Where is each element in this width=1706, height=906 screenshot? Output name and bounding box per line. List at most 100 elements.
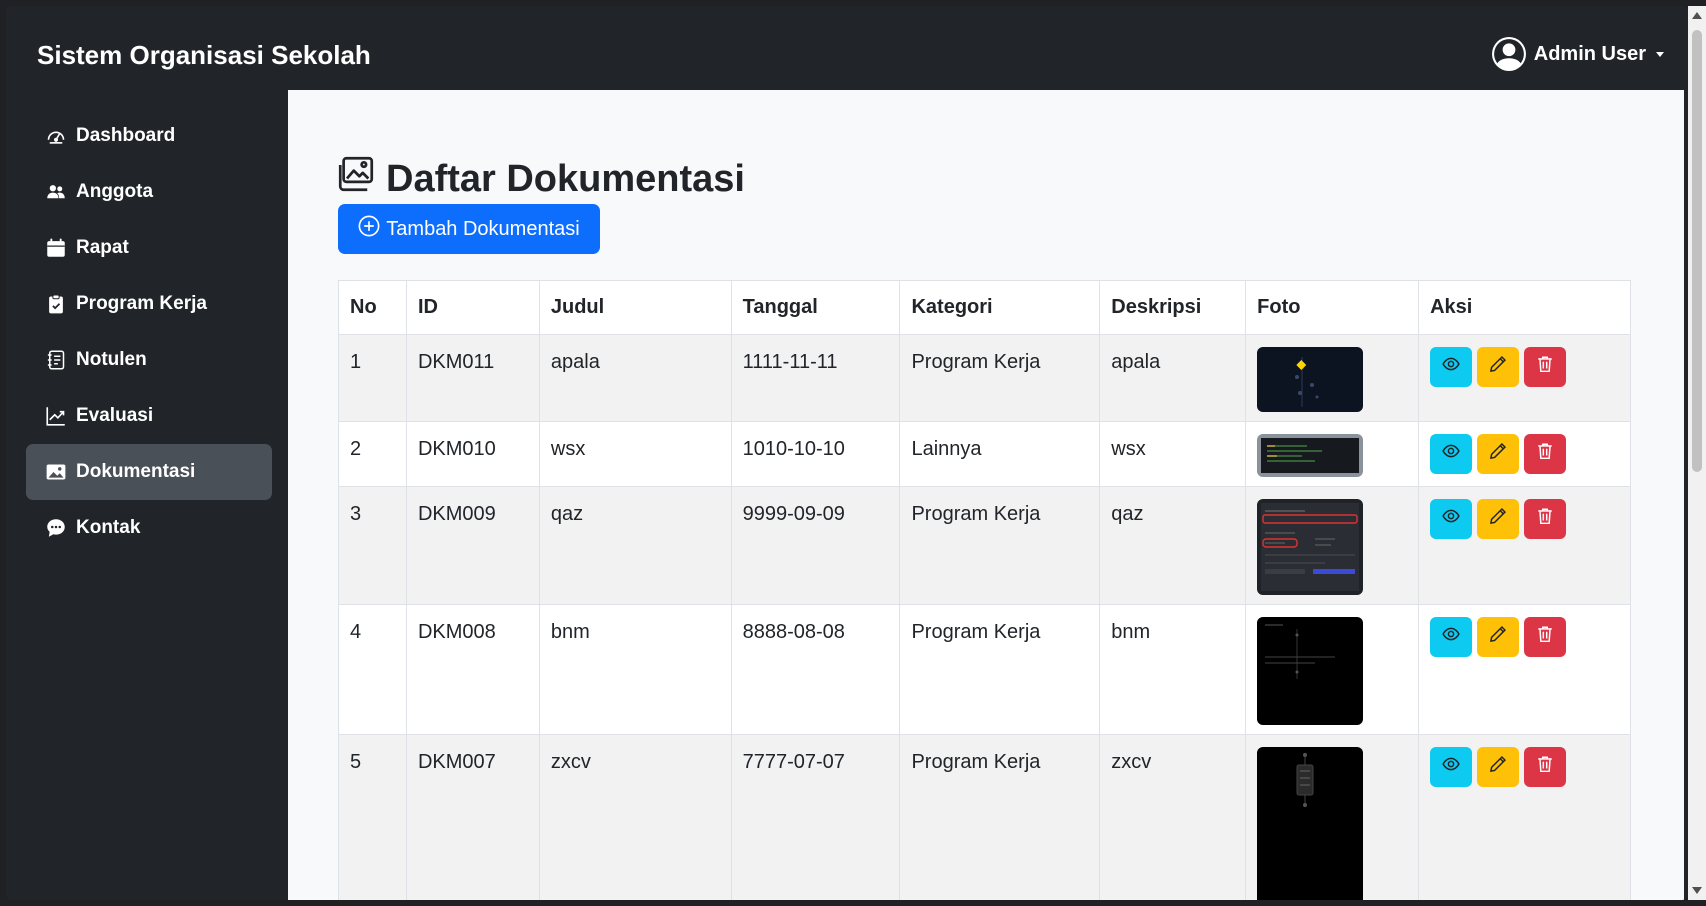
delete-button[interactable]: [1524, 617, 1567, 657]
cell-judul: zxcv: [538, 734, 732, 900]
cell-no: 2: [338, 421, 407, 487]
cell-aksi: [1418, 334, 1631, 422]
sidebar-item-label: Rapat: [76, 237, 129, 258]
documentation-table: No ID Judul Tanggal Kategori Deskripsi F…: [338, 280, 1631, 900]
pencil-icon: [1489, 755, 1507, 779]
delete-button[interactable]: [1524, 499, 1567, 539]
user-menu[interactable]: Admin User: [1491, 37, 1666, 71]
view-button[interactable]: [1430, 747, 1473, 787]
edit-button[interactable]: [1477, 617, 1520, 657]
table-row: 5 DKM007 zxcv 7777-07-07 Program Kerja z…: [338, 734, 1631, 900]
photo-thumbnail[interactable]: [1257, 747, 1364, 900]
cell-foto: [1245, 486, 1420, 605]
cell-deskripsi: qaz: [1099, 486, 1247, 605]
table-header-row: No ID Judul Tanggal Kategori Deskripsi F…: [338, 280, 1631, 335]
photo-thumbnail[interactable]: [1257, 499, 1364, 595]
sidebar-item-dashboard[interactable]: Dashboard: [26, 108, 272, 164]
col-header-judul: Judul: [538, 280, 732, 335]
cell-id: DKM007: [405, 734, 540, 900]
photo-thumbnail[interactable]: [1257, 617, 1364, 725]
scrollbar-thumb[interactable]: [1692, 30, 1702, 472]
cell-no: 3: [338, 486, 407, 605]
view-button[interactable]: [1430, 499, 1473, 539]
chat-dots-icon: [46, 518, 66, 538]
cell-aksi: [1418, 734, 1631, 900]
cell-deskripsi: zxcv: [1099, 734, 1247, 900]
cell-foto: [1245, 734, 1420, 900]
edit-button[interactable]: [1477, 499, 1520, 539]
sidebar-item-rapat[interactable]: Rapat: [26, 220, 272, 276]
page-title-text: Daftar Dokumentasi: [386, 157, 745, 200]
view-button[interactable]: [1430, 434, 1473, 474]
scroll-up-arrow-icon[interactable]: [1692, 12, 1702, 19]
scroll-down-arrow-icon[interactable]: [1692, 887, 1702, 894]
edit-button[interactable]: [1477, 747, 1520, 787]
delete-button[interactable]: [1524, 747, 1567, 787]
sidebar-item-label: Dokumentasi: [76, 461, 196, 482]
cell-id: DKM008: [405, 604, 540, 735]
brand-title[interactable]: Sistem Organisasi Sekolah: [37, 40, 371, 71]
person-circle-icon: [1491, 37, 1526, 71]
col-header-foto: Foto: [1245, 280, 1420, 335]
sidebar-item-label: Kontak: [76, 517, 141, 538]
cell-no: 5: [338, 734, 407, 900]
sidebar-item-label: Notulen: [76, 349, 147, 370]
sidebar-item-dokumentasi[interactable]: Dokumentasi: [26, 444, 272, 500]
cell-deskripsi: wsx: [1099, 421, 1247, 487]
photo-thumbnail[interactable]: [1257, 347, 1364, 412]
cell-judul: bnm: [538, 604, 732, 735]
sidebar-item-label: Program Kerja: [76, 293, 207, 314]
cell-tanggal: 1111-11-11: [730, 334, 901, 422]
eye-icon: [1442, 507, 1460, 531]
clipboard-check-icon: [46, 294, 66, 314]
main-content: Daftar Dokumentasi Tambah Dokumentasi No…: [288, 90, 1684, 900]
cell-kategori: Lainnya: [899, 421, 1101, 487]
cell-tanggal: 8888-08-08: [730, 604, 901, 735]
trash-icon: [1536, 755, 1554, 779]
cell-judul: qaz: [538, 486, 732, 605]
view-button[interactable]: [1430, 347, 1473, 387]
sidebar-item-label: Evaluasi: [76, 405, 154, 426]
edit-button[interactable]: [1477, 347, 1520, 387]
add-button-label: Tambah Dokumentasi: [386, 217, 580, 240]
view-button[interactable]: [1430, 617, 1473, 657]
eye-icon: [1442, 355, 1460, 379]
col-header-deskripsi: Deskripsi: [1099, 280, 1247, 335]
sidebar-item-evaluasi[interactable]: Evaluasi: [26, 388, 272, 444]
pencil-icon: [1489, 442, 1507, 466]
people-icon: [46, 182, 66, 202]
page-title: Daftar Dokumentasi: [338, 156, 745, 202]
cell-kategori: Program Kerja: [899, 604, 1101, 735]
cell-kategori: Program Kerja: [899, 734, 1101, 900]
sidebar-item-label: Anggota: [76, 181, 154, 202]
sidebar-item-anggota[interactable]: Anggota: [26, 164, 272, 220]
sidebar-item-label: Dashboard: [76, 125, 176, 146]
delete-button[interactable]: [1524, 434, 1567, 474]
cell-aksi: [1418, 486, 1631, 605]
photo-thumbnail[interactable]: [1257, 434, 1364, 477]
cell-kategori: Program Kerja: [899, 486, 1101, 605]
edit-button[interactable]: [1477, 434, 1520, 474]
sidebar-item-program-kerja[interactable]: Program Kerja: [26, 276, 272, 332]
cell-no: 1: [338, 334, 407, 422]
sidebar-item-kontak[interactable]: Kontak: [26, 500, 272, 556]
cell-deskripsi: bnm: [1099, 604, 1247, 735]
image-icon: [46, 462, 66, 482]
cell-tanggal: 9999-09-09: [730, 486, 901, 605]
col-header-no: No: [338, 280, 407, 335]
cell-judul: wsx: [538, 421, 732, 487]
sidebar-item-notulen[interactable]: Notulen: [26, 332, 272, 388]
page-scrollbar[interactable]: [1688, 6, 1706, 900]
delete-button[interactable]: [1524, 347, 1567, 387]
cell-aksi: [1418, 421, 1631, 487]
eye-icon: [1442, 442, 1460, 466]
cell-id: DKM009: [405, 486, 540, 605]
cell-foto: [1245, 604, 1420, 735]
add-documentation-button[interactable]: Tambah Dokumentasi: [338, 204, 600, 254]
cell-judul: apala: [538, 334, 732, 422]
journal-text-icon: [46, 350, 66, 370]
eye-icon: [1442, 755, 1460, 779]
eye-icon: [1442, 625, 1460, 649]
cell-no: 4: [338, 604, 407, 735]
table-row: 1 DKM011 apala 1111-11-11 Program Kerja …: [338, 334, 1631, 422]
